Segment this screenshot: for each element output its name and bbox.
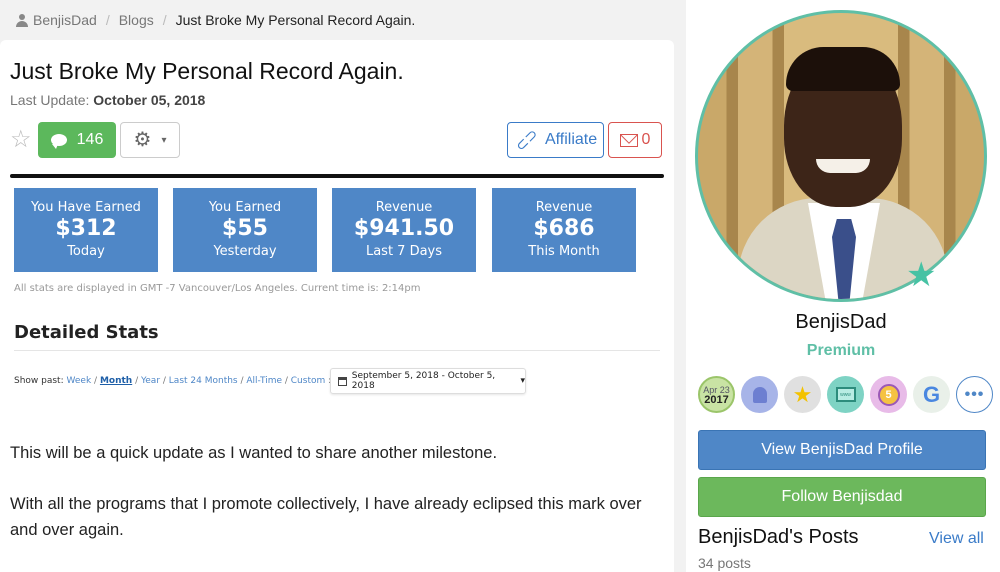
avatar-smile	[816, 159, 870, 173]
range-all-time: All-Time	[246, 376, 282, 386]
show-past-label: Show past:	[14, 376, 64, 386]
range-week: Week	[66, 376, 92, 386]
post-paragraph: With all the programs that I promote col…	[10, 495, 642, 539]
premium-star-icon: ★	[906, 256, 937, 294]
post-title: Just Broke My Personal Record Again.	[10, 58, 404, 84]
stat-card-today: You Have Earned $312 Today	[14, 188, 158, 272]
stat-label: Revenue	[375, 200, 433, 215]
last-update-date: October 05, 2018	[93, 92, 206, 108]
view-profile-button[interactable]: View BenjisDad Profile	[698, 430, 986, 470]
stat-period: Yesterday	[213, 244, 277, 259]
google-badge-icon[interactable]: G	[913, 376, 950, 413]
rank-five-badge-icon[interactable]: 5	[870, 376, 907, 413]
stat-label: You Have Earned	[31, 200, 141, 215]
website-badge-icon[interactable]: www	[827, 376, 864, 413]
affiliate-label: Affiliate	[544, 131, 598, 148]
follow-button[interactable]: Follow Benjisdad	[698, 477, 986, 517]
message-count: 0	[641, 131, 651, 148]
comments-button[interactable]: 146	[38, 122, 116, 158]
join-date-month: Apr 23	[703, 384, 730, 395]
screenshot-top-bar	[10, 174, 664, 178]
stat-value: $941.50	[353, 216, 455, 241]
detailed-stats-heading: Detailed Stats	[14, 322, 159, 343]
stat-value: $686	[533, 216, 595, 241]
earnings-screenshot: You Have Earned $312 Today You Earned $5…	[10, 174, 664, 414]
range-24-months: Last 24 Months	[168, 376, 238, 386]
star-badge-icon[interactable]: ★	[784, 376, 821, 413]
author-sidebar: ★ BenjisDad Premium Apr 23 2017 ★ www 5 …	[686, 0, 1000, 572]
author-username[interactable]: BenjisDad	[686, 311, 996, 334]
posts-count: 34 posts	[698, 555, 751, 571]
date-range-value: September 5, 2018 - October 5, 2018	[351, 371, 496, 391]
last-update: Last Update: October 05, 2018	[10, 92, 205, 108]
breadcrumb-current: Just Broke My Personal Record Again.	[175, 12, 416, 28]
user-badge-icon[interactable]	[741, 376, 778, 413]
stat-value: $312	[55, 216, 117, 241]
chevron-down-icon: ▾	[161, 134, 167, 146]
range-year: Year	[140, 376, 161, 386]
breadcrumb-user[interactable]: BenjisDad	[16, 12, 97, 28]
avatar-hair	[786, 47, 900, 91]
calendar-icon	[338, 376, 347, 386]
stat-period: Last 7 Days	[365, 244, 443, 259]
posts-heading: BenjisDad's Posts	[698, 526, 859, 548]
post-paragraph: This will be a quick update as I wanted …	[10, 444, 498, 462]
breadcrumb-separator: /	[162, 12, 167, 28]
user-silhouette-icon	[752, 386, 767, 403]
view-all-link[interactable]: View all	[929, 530, 984, 548]
caret-down-icon: ▾	[520, 376, 525, 386]
star-outline-icon[interactable]: ☆	[10, 128, 32, 152]
comments-count: 146	[76, 131, 104, 148]
blog-post-panel: Just Broke My Personal Record Again. Las…	[0, 40, 674, 572]
ribbon-five-icon: 5	[877, 383, 900, 406]
message-button[interactable]: 0	[608, 122, 662, 158]
gear-icon: ⚙	[133, 129, 152, 151]
avatar[interactable]	[695, 10, 987, 302]
stat-label: Revenue	[535, 200, 593, 215]
settings-dropdown-button[interactable]: ⚙ ▾	[120, 122, 180, 158]
envelope-icon	[619, 133, 638, 147]
last-update-label: Last Update:	[10, 92, 90, 108]
membership-badge: Premium	[806, 342, 876, 359]
link-icon: ⊂⊃	[511, 125, 542, 156]
range-custom: Custom	[290, 376, 326, 386]
stat-period: Today	[67, 244, 105, 259]
breadcrumb-blogs[interactable]: Blogs	[119, 12, 154, 28]
date-range-picker: September 5, 2018 - October 5, 2018 ▾	[330, 368, 526, 394]
stat-period: This Month	[528, 244, 600, 259]
stat-label: You Earned	[208, 200, 282, 215]
breadcrumb-separator: /	[105, 12, 110, 28]
affiliate-button[interactable]: ⊂⊃ Affiliate	[507, 122, 604, 158]
breadcrumb-user-label[interactable]: BenjisDad	[33, 12, 97, 28]
stat-value: $55	[222, 216, 268, 241]
stat-card-this-month: Revenue $686 This Month	[492, 188, 636, 272]
stats-timezone-note: All stats are displayed in GMT -7 Vancou…	[14, 283, 421, 294]
stat-card-last-7-days: Revenue $941.50 Last 7 Days	[332, 188, 476, 272]
browser-window-icon: www	[835, 387, 856, 402]
range-month: Month	[99, 376, 133, 386]
more-badges-icon[interactable]: •••	[956, 376, 993, 413]
user-icon	[16, 13, 28, 27]
stat-card-yesterday: You Earned $55 Yesterday	[173, 188, 317, 272]
achievement-badges: Apr 23 2017 ★ www 5 G •••	[698, 376, 993, 413]
join-date-badge[interactable]: Apr 23 2017	[698, 376, 735, 413]
post-toolbar: ☆ 146 ⚙ ▾ ⊂⊃ Affiliate 0	[10, 122, 662, 158]
breadcrumb: BenjisDad / Blogs / Just Broke My Person…	[0, 0, 686, 40]
divider	[14, 350, 660, 351]
comment-bubble-icon	[50, 134, 67, 149]
join-date-year: 2017	[704, 393, 729, 406]
show-past-ranges: Show past: Week / Month / Year / Last 24…	[14, 376, 332, 386]
